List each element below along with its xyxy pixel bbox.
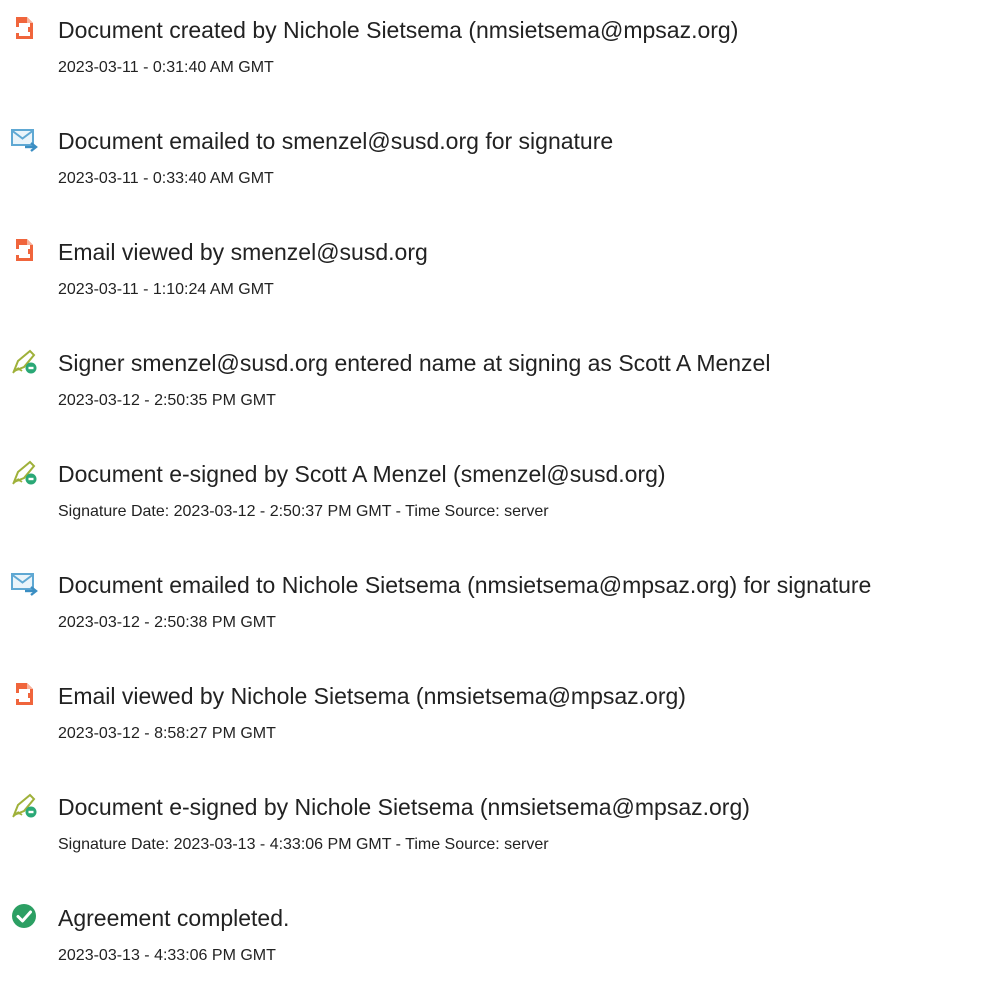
sign-icon <box>10 791 38 819</box>
document-icon <box>10 14 38 42</box>
email-icon <box>10 125 38 153</box>
event-title: Document created by Nichole Sietsema (nm… <box>58 17 739 43</box>
event-item: Email viewed by smenzel@susd.org 2023-03… <box>0 236 1001 326</box>
sign-icon <box>10 458 38 486</box>
check-circle-icon <box>10 902 38 930</box>
document-icon <box>10 236 38 264</box>
event-title: Document e-signed by Scott A Menzel (sme… <box>58 461 666 487</box>
event-item: Document created by Nichole Sietsema (nm… <box>0 14 1001 104</box>
event-item: Signer smenzel@susd.org entered name at … <box>0 347 1001 437</box>
event-item: Agreement completed. 2023-03-13 - 4:33:0… <box>0 902 1001 992</box>
event-timestamp: Signature Date: 2023-03-13 - 4:33:06 PM … <box>58 836 549 853</box>
event-title: Email viewed by Nichole Sietsema (nmsiet… <box>58 683 686 709</box>
event-title: Document e-signed by Nichole Sietsema (n… <box>58 794 750 820</box>
event-item: Document emailed to smenzel@susd.org for… <box>0 125 1001 215</box>
event-item: Document e-signed by Scott A Menzel (sme… <box>0 458 1001 548</box>
event-title: Email viewed by smenzel@susd.org <box>58 239 428 265</box>
event-title: Document emailed to Nichole Sietsema (nm… <box>58 572 872 598</box>
event-item: Email viewed by Nichole Sietsema (nmsiet… <box>0 680 1001 770</box>
event-timestamp: 2023-03-11 - 0:33:40 AM GMT <box>58 170 274 187</box>
event-timestamp: 2023-03-11 - 1:10:24 AM GMT <box>58 281 274 298</box>
sign-icon <box>10 347 38 375</box>
event-timestamp: Signature Date: 2023-03-12 - 2:50:37 PM … <box>58 503 549 520</box>
email-icon <box>10 569 38 597</box>
event-title: Agreement completed. <box>58 905 290 931</box>
event-title: Document emailed to smenzel@susd.org for… <box>58 128 614 154</box>
event-item: Document e-signed by Nichole Sietsema (n… <box>0 791 1001 881</box>
event-timestamp: 2023-03-12 - 2:50:38 PM GMT <box>58 614 276 631</box>
event-title: Signer smenzel@susd.org entered name at … <box>58 350 771 376</box>
event-item: Document emailed to Nichole Sietsema (nm… <box>0 569 1001 659</box>
event-timestamp: 2023-03-13 - 4:33:06 PM GMT <box>58 947 276 964</box>
event-timestamp: 2023-03-12 - 8:58:27 PM GMT <box>58 725 276 742</box>
event-timestamp: 2023-03-11 - 0:31:40 AM GMT <box>58 59 274 76</box>
document-icon <box>10 680 38 708</box>
event-timestamp: 2023-03-12 - 2:50:35 PM GMT <box>58 392 276 409</box>
